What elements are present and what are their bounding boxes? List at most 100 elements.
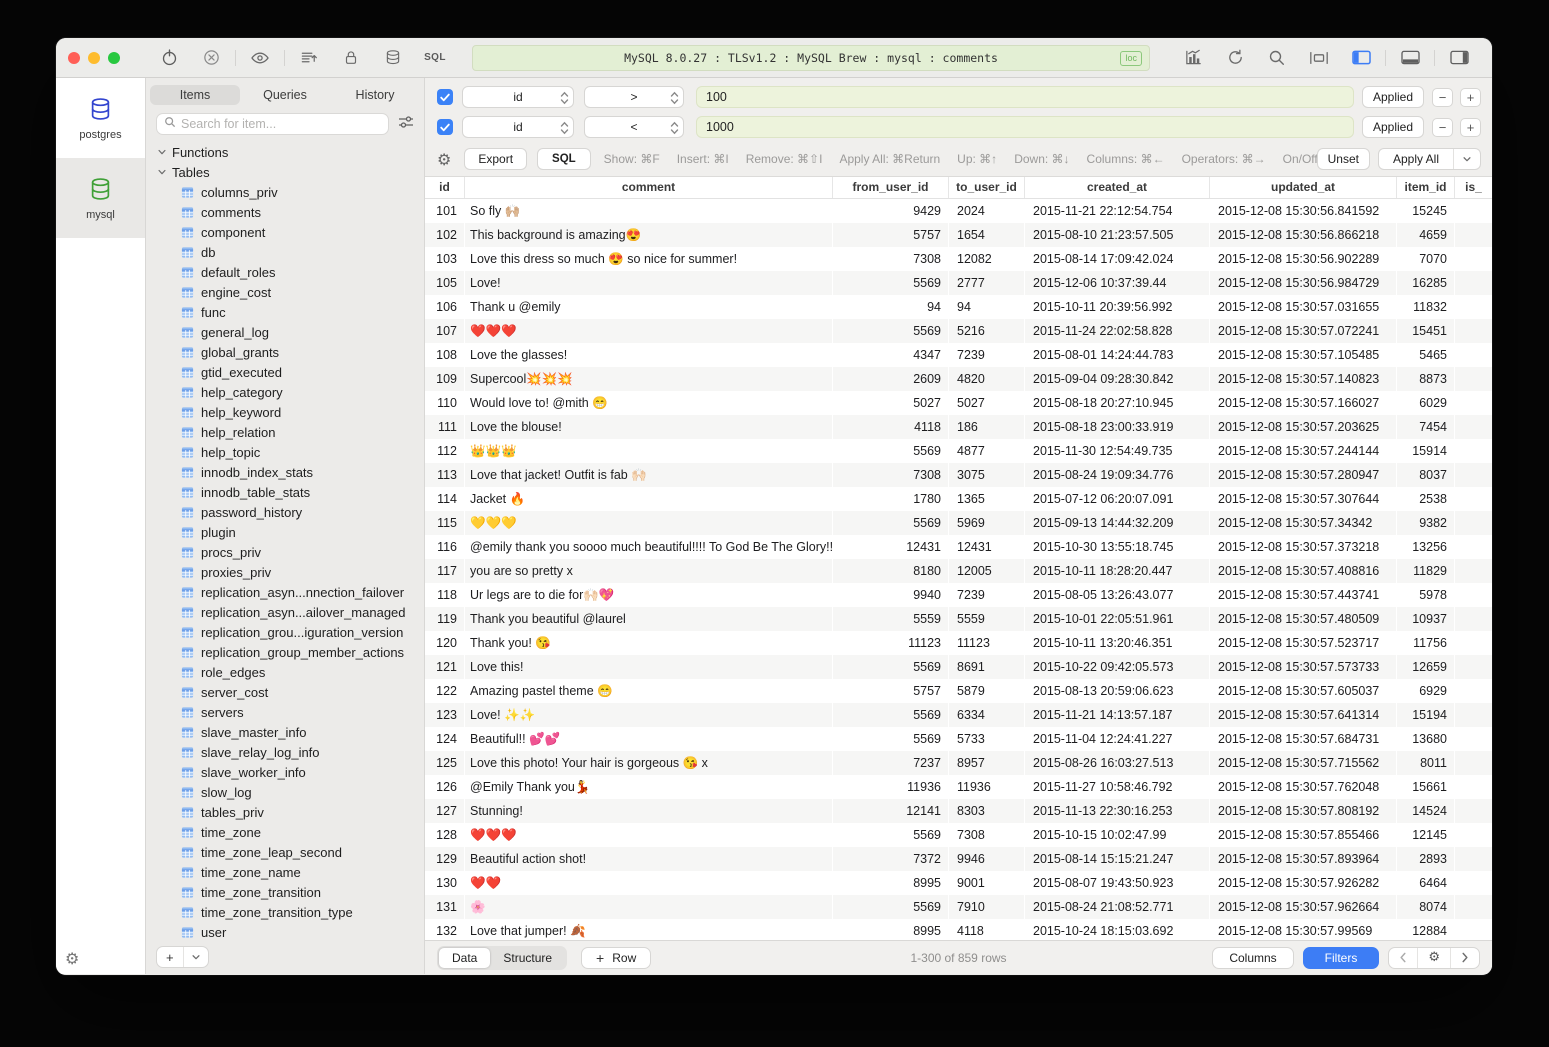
sidebar-table-item[interactable]: db (146, 242, 424, 262)
tab-items[interactable]: Items (150, 85, 240, 105)
sidebar-table-item[interactable]: func (146, 302, 424, 322)
plus-icon[interactable]: + (157, 947, 184, 967)
tab-structure[interactable]: Structure (490, 948, 565, 968)
sidebar-table-item[interactable]: slow_log (146, 782, 424, 802)
table-row[interactable]: 107❤️❤️❤️556952162015-11-24 22:02:58.828… (425, 319, 1492, 343)
unset-button[interactable]: Unset (1317, 148, 1370, 170)
table-row[interactable]: 129Beautiful action shot!737299462015-08… (425, 847, 1492, 871)
disconnect-icon[interactable] (199, 48, 223, 67)
previous-page-button[interactable] (1389, 948, 1417, 968)
filter-enabled-checkbox[interactable] (437, 119, 453, 135)
column-header-created_at[interactable]: created_at (1025, 177, 1210, 198)
add-filter-button[interactable]: + (1460, 88, 1481, 107)
applied-button[interactable]: Applied (1362, 116, 1424, 138)
connect-icon[interactable] (157, 48, 181, 67)
table-row[interactable]: 121Love this!556986912015-10-22 09:42:05… (425, 655, 1492, 679)
toggle-left-panel-icon[interactable] (1349, 49, 1373, 66)
table-row[interactable]: 117you are so pretty x8180120052015-10-1… (425, 559, 1492, 583)
sidebar-table-item[interactable]: component (146, 222, 424, 242)
table-row[interactable]: 109Supercool💥💥💥260948202015-09-04 09:28:… (425, 367, 1492, 391)
table-row[interactable]: 106Thank u @emily94942015-10-11 20:39:56… (425, 295, 1492, 319)
sidebar-table-item[interactable]: general_log (146, 322, 424, 342)
connection-mysql[interactable]: mysql (56, 158, 145, 238)
chevron-down-icon[interactable] (1453, 149, 1480, 169)
table-row[interactable]: 128❤️❤️❤️556973082015-10-15 10:02:47.992… (425, 823, 1492, 847)
table-row[interactable]: 120Thank you! 😘11123111232015-10-11 13:2… (425, 631, 1492, 655)
lock-icon[interactable] (339, 48, 363, 67)
table-row[interactable]: 127Stunning!1214183032015-11-13 22:30:16… (425, 799, 1492, 823)
sidebar-table-item[interactable]: innodb_table_stats (146, 482, 424, 502)
database-icon[interactable] (381, 48, 405, 67)
sidebar-table-item[interactable]: user (146, 922, 424, 940)
sidebar-table-item[interactable]: server_cost (146, 682, 424, 702)
tab-queries[interactable]: Queries (240, 85, 330, 105)
column-header-updated_at[interactable]: updated_at (1210, 177, 1397, 198)
next-page-button[interactable] (1450, 948, 1479, 968)
column-header-comment[interactable]: comment (465, 177, 833, 198)
sidebar-table-item[interactable]: default_roles (146, 262, 424, 282)
sidebar-table-item[interactable]: help_topic (146, 442, 424, 462)
filter-settings-gear-icon[interactable]: ⚙ (437, 150, 451, 169)
add-row-button[interactable]: + Row (581, 947, 651, 969)
sql-editor-icon[interactable]: SQL (423, 52, 447, 63)
sidebar-table-item[interactable]: comments (146, 202, 424, 222)
sidebar-table-item[interactable]: time_zone_transition (146, 882, 424, 902)
search-field[interactable] (156, 113, 389, 135)
apply-all-button[interactable]: Apply All (1378, 148, 1481, 170)
sidebar-table-item[interactable]: tables_priv (146, 802, 424, 822)
column-header-id[interactable]: id (425, 177, 465, 198)
toggle-right-panel-icon[interactable] (1447, 49, 1471, 66)
sidebar-table-item[interactable]: slave_master_info (146, 722, 424, 742)
table-row[interactable]: 130❤️❤️899590012015-08-07 19:43:50.92320… (425, 871, 1492, 895)
chevron-down-icon[interactable] (184, 947, 208, 967)
sidebar-table-item[interactable]: replication_grou...iguration_version (146, 622, 424, 642)
column-header-is_[interactable]: is_ (1455, 177, 1492, 198)
filter-operator-select[interactable]: > (584, 86, 684, 108)
settings-gear-icon[interactable]: ⚙ (65, 949, 79, 968)
sidebar-table-item[interactable]: help_keyword (146, 402, 424, 422)
sidebar-table-item[interactable]: columns_priv (146, 182, 424, 202)
applied-button[interactable]: Applied (1362, 86, 1424, 108)
backup-list-icon[interactable] (297, 48, 321, 67)
filter-operator-select[interactable]: < (584, 116, 684, 138)
add-connection-button[interactable]: + (156, 946, 209, 968)
table-row[interactable]: 118Ur legs are to die for🙌🏻💖994072392015… (425, 583, 1492, 607)
filter-sliders-icon[interactable] (398, 115, 414, 134)
search-input[interactable] (181, 117, 381, 131)
search-icon[interactable] (1265, 49, 1289, 67)
table-row[interactable]: 126@Emily Thank you💃11936119362015-11-27… (425, 775, 1492, 799)
filter-field-select[interactable]: id (462, 116, 574, 138)
table-row[interactable]: 131🌸556979102015-08-24 21:08:52.7712015-… (425, 895, 1492, 919)
remove-filter-button[interactable]: − (1432, 118, 1453, 137)
sidebar-table-item[interactable]: time_zone_name (146, 862, 424, 882)
table-row[interactable]: 105Love!556927772015-12-06 10:37:39.4420… (425, 271, 1492, 295)
sidebar-table-item[interactable]: replication_asyn...nnection_failover (146, 582, 424, 602)
table-row[interactable]: 123Love! ✨✨556963342015-11-21 14:13:57.1… (425, 703, 1492, 727)
sidebar-table-item[interactable]: proxies_priv (146, 562, 424, 582)
export-button[interactable]: Export (464, 148, 527, 170)
filter-enabled-checkbox[interactable] (437, 89, 453, 105)
zoom-button[interactable] (108, 52, 120, 64)
table-row[interactable]: 124Beautiful!! 💕💕556957332015-11-04 12:2… (425, 727, 1492, 751)
table-row[interactable]: 113Love that jacket! Outfit is fab 🙌🏻730… (425, 463, 1492, 487)
sidebar-table-item[interactable]: time_zone_transition_type (146, 902, 424, 922)
sql-button[interactable]: SQL (537, 148, 591, 170)
columns-button[interactable]: Columns (1212, 947, 1293, 969)
refresh-icon[interactable] (1223, 48, 1247, 67)
table-row[interactable]: 108Love the glasses!434772392015-08-01 1… (425, 343, 1492, 367)
sidebar-table-item[interactable]: innodb_index_stats (146, 462, 424, 482)
table-row[interactable]: 111Love the blouse!41181862015-08-18 23:… (425, 415, 1492, 439)
sidebar-table-item[interactable]: slave_relay_log_info (146, 742, 424, 762)
sidebar-table-item[interactable]: slave_worker_info (146, 762, 424, 782)
tab-history[interactable]: History (330, 85, 420, 105)
sidebar-table-item[interactable]: global_grants (146, 342, 424, 362)
filters-button[interactable]: Filters (1303, 947, 1380, 969)
tree-group-tables[interactable]: Tables (146, 162, 424, 182)
table-row[interactable]: 110Would love to! @mith 😁502750272015-08… (425, 391, 1492, 415)
table-row[interactable]: 102This background is amazing😍5757165420… (425, 223, 1492, 247)
sidebar-table-item[interactable]: gtid_executed (146, 362, 424, 382)
sidebar-table-item[interactable]: time_zone (146, 822, 424, 842)
minimize-button[interactable] (88, 52, 100, 64)
sidebar-table-item[interactable]: replication_asyn...ailover_managed (146, 602, 424, 622)
table-row[interactable]: 119Thank you beautiful @laurel5559555920… (425, 607, 1492, 631)
